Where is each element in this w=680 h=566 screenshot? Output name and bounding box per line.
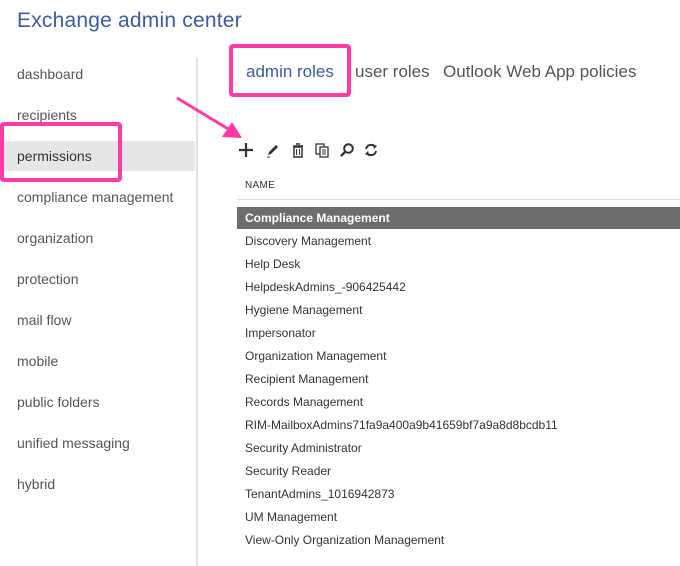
table-row[interactable]: HelpdeskAdmins_-906425442 (237, 276, 680, 298)
table-divider (237, 199, 680, 200)
table-row[interactable]: RIM-MailboxAdmins71fa9a400a9b41659bf7a9a… (237, 414, 680, 436)
refresh-icon[interactable] (362, 141, 380, 159)
table-row[interactable]: Hygiene Management (237, 299, 680, 321)
app-title: Exchange admin center (17, 9, 242, 32)
table-row[interactable]: Security Administrator (237, 437, 680, 459)
sidebar-item-mobile[interactable]: mobile (0, 346, 195, 376)
table-row[interactable]: View-Only Organization Management (237, 529, 680, 551)
table-row[interactable]: Recipient Management (237, 368, 680, 390)
table-row[interactable]: Help Desk (237, 253, 680, 275)
highlight-box-admin-roles (229, 44, 351, 97)
table-row[interactable]: Impersonator (237, 322, 680, 344)
sidebar-item-unified-messaging[interactable]: unified messaging (0, 428, 195, 458)
delete-icon[interactable] (289, 141, 307, 159)
table-row[interactable]: Organization Management (237, 345, 680, 367)
sidebar-item-protection[interactable]: protection (0, 264, 195, 294)
annotation-arrow-icon (176, 96, 242, 138)
column-header-name[interactable]: NAME (245, 180, 275, 191)
edit-icon[interactable] (264, 141, 282, 159)
sidebar-item-public-folders[interactable]: public folders (0, 387, 195, 417)
sidebar-item-organization[interactable]: organization (0, 223, 195, 253)
sidebar-item-compliance-management[interactable]: compliance management (0, 182, 195, 212)
table-row[interactable]: Security Reader (237, 460, 680, 482)
sidebar-item-dashboard[interactable]: dashboard (0, 59, 195, 89)
sidebar-item-mail-flow[interactable]: mail flow (0, 305, 195, 335)
sidebar-item-hybrid[interactable]: hybrid (0, 469, 195, 499)
copy-icon[interactable] (313, 141, 331, 159)
table-row[interactable]: TenantAdmins_1016942873 (237, 483, 680, 505)
table-row[interactable]: Discovery Management (237, 230, 680, 252)
tab-outlook-web-app-policies[interactable]: Outlook Web App policies (443, 62, 636, 82)
tab-user-roles[interactable]: user roles (355, 62, 430, 82)
table-row[interactable]: Records Management (237, 391, 680, 413)
search-icon[interactable] (338, 141, 356, 159)
table-row[interactable]: Compliance Management (237, 207, 680, 229)
table-row[interactable]: UM Management (237, 506, 680, 528)
highlight-box-permissions (0, 122, 122, 182)
